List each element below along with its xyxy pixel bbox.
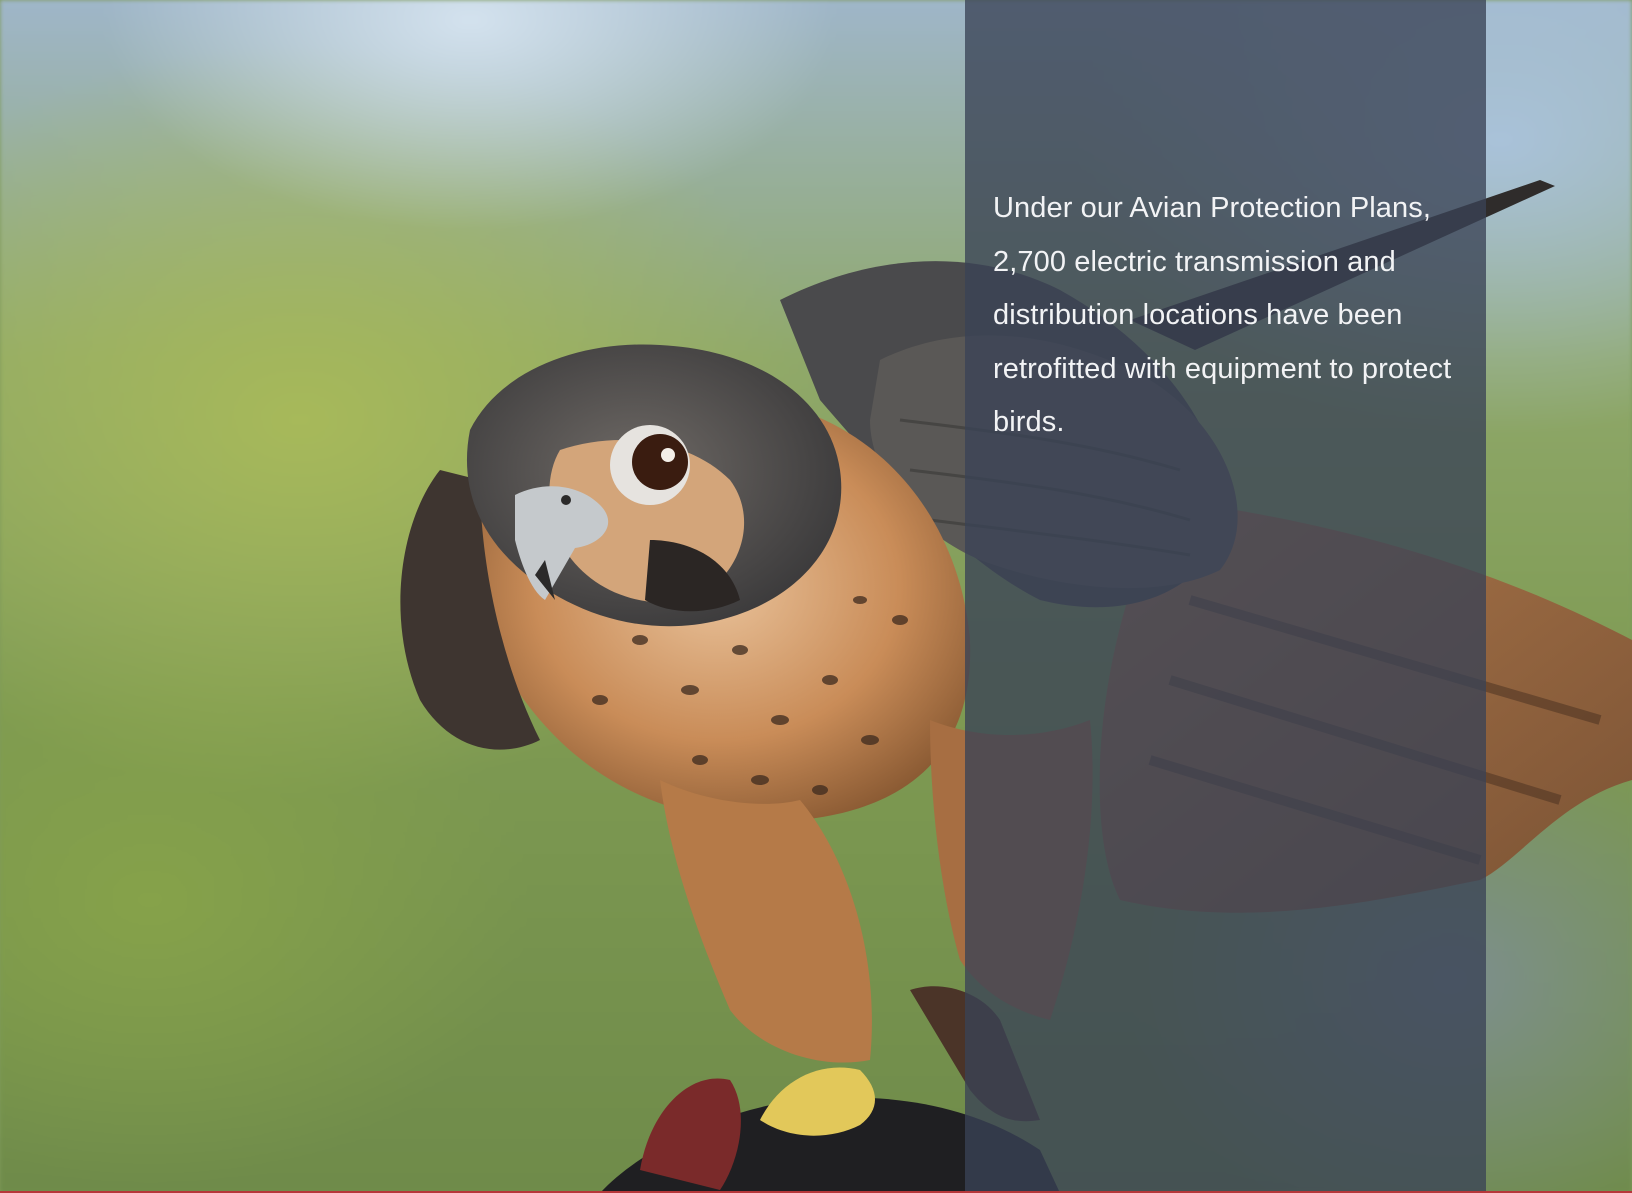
meat [640,1078,741,1190]
caption-text: Under our Avian Protection Plans, 2,700 … [993,192,1452,438]
eye [632,434,688,490]
left-leg [660,780,872,1063]
caption-panel [965,0,1486,1193]
talons [760,1067,875,1136]
brochure-page: Under our Avian Protection Plans, 2,700 … [0,0,1632,1193]
